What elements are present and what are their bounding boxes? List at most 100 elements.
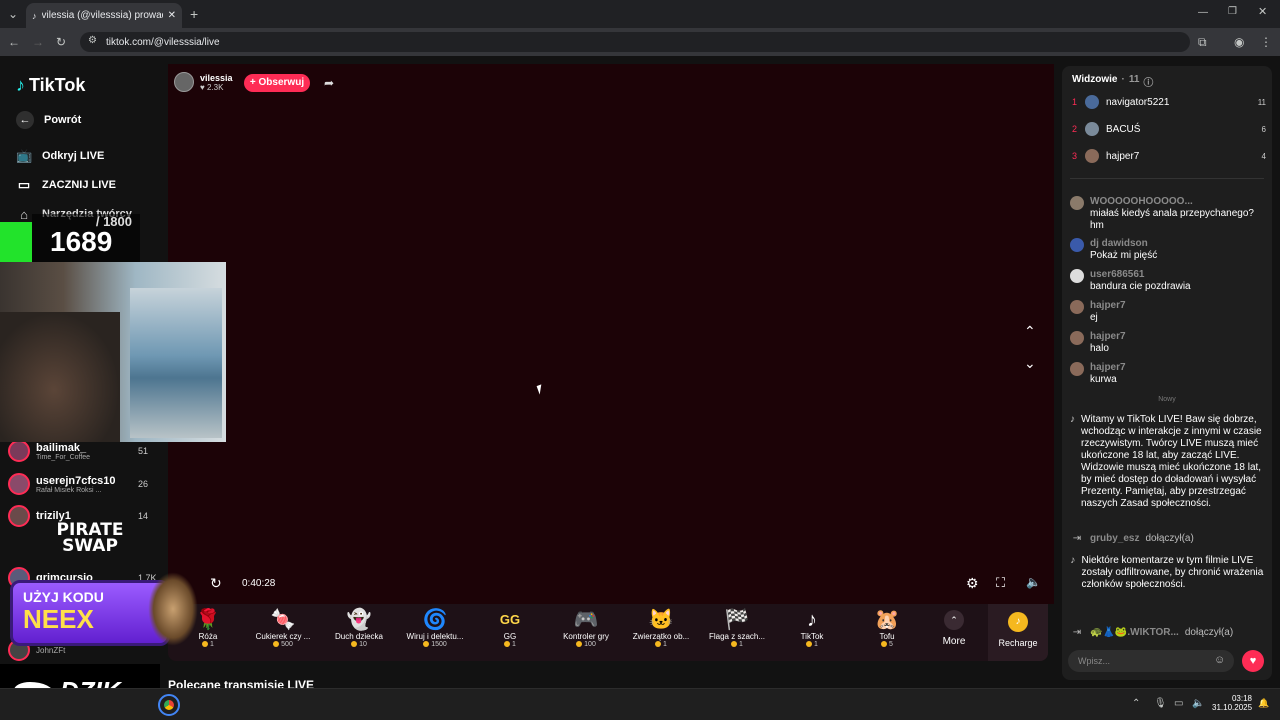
tv-icon: 📺 <box>16 148 33 163</box>
join-message: ⇥ 🐢👗🐸.WIKTOR... dołączył(a) <box>1070 627 1264 639</box>
nav-discover-live[interactable]: 📺 Odkryj LIVE <box>16 145 104 167</box>
host-likes: 2.3K <box>206 82 224 92</box>
extensions-icon[interactable]: ⧉ <box>1198 36 1207 48</box>
reload-icon[interactable]: ↻ <box>56 36 66 48</box>
gift-icon: 🌀 <box>422 609 448 631</box>
profile-icon[interactable]: ◉ <box>1234 36 1244 48</box>
webcam-overlay <box>0 262 226 442</box>
chat-message: WOOOOOHOOOOO... miałaś kiedyś anala przep… <box>1070 196 1264 232</box>
fullscreen-icon[interactable]: ⛶ <box>996 576 1005 589</box>
restore-icon[interactable]: ❐ <box>1228 7 1237 17</box>
heart-icon: ♥ <box>200 82 205 92</box>
settings-icon[interactable]: ⚙ <box>966 576 979 590</box>
viewer-item[interactable]: 3 hajper7 4 <box>1072 146 1266 166</box>
avatar <box>1070 300 1084 314</box>
notification-icon[interactable]: 🔔 <box>1258 699 1269 708</box>
gift-item[interactable]: 🐱 Zwierzątko ob... 1 <box>625 608 697 658</box>
enter-icon: ⇥ <box>1072 533 1082 544</box>
clock[interactable]: 03:18 31.10.2025 <box>1212 694 1252 712</box>
new-tab-icon[interactable]: + <box>190 7 198 21</box>
info-icon[interactable]: ⓘ <box>1143 74 1153 89</box>
volume-icon[interactable]: 🔈 <box>1026 576 1041 588</box>
browser-tab[interactable]: ♪ vilessia (@vilesssia) prowadzi… ✕ <box>26 3 182 28</box>
viewer-item[interactable]: 1 navigator5221 11 <box>1072 92 1266 112</box>
tab-title: vilessia (@vilesssia) prowadzi… <box>41 10 163 21</box>
url-text: tiktok.com/@vilesssia/live <box>106 36 220 48</box>
menu-icon[interactable]: ⋮ <box>1260 36 1272 48</box>
address-bar[interactable]: ⚙ tiktok.com/@vilesssia/live <box>80 32 1190 52</box>
gift-icon: 🏁 <box>724 609 750 631</box>
join-message: ⇥ gruby_esz dołączył(a) <box>1070 533 1264 545</box>
gift-icon: GG <box>499 612 521 627</box>
follow-button[interactable]: + Obserwuj <box>244 74 310 92</box>
recharge-button[interactable]: ♪ Recharge <box>988 604 1048 661</box>
share-icon[interactable]: ➦ <box>324 77 334 89</box>
gift-item[interactable]: 🍬 Cukierek czy ... 500 <box>247 608 319 658</box>
chat-message: dj dawidson Pokaż mi pięść <box>1070 238 1264 262</box>
elapsed-time: 0:40:28 <box>242 578 276 589</box>
tiktok-logo[interactable]: ♪ TikTok <box>16 75 85 96</box>
back-icon[interactable]: ← <box>8 36 20 48</box>
system-message: ♪ Niektóre komentarze w tym filmie LIVE z… <box>1070 555 1264 590</box>
tab-search-icon[interactable]: ⌄ <box>8 8 18 20</box>
avatar <box>1070 269 1084 283</box>
tiktok-icon: ♪ <box>1070 414 1075 425</box>
camera-icon: ▭ <box>17 177 31 192</box>
chat-message: hajper7 kurwa <box>1070 362 1264 386</box>
chat-input[interactable]: Wpisz... <box>1068 650 1234 672</box>
coin-icon: ♪ <box>1008 612 1028 632</box>
gift-item[interactable]: 🌀 Wiruj i delektu... 1500 <box>399 608 471 658</box>
gift-item[interactable]: GG GG 1 <box>474 608 546 658</box>
chevron-up-icon: ⌃ <box>944 610 964 630</box>
gift-item[interactable]: ♪ TikTok 1 <box>776 608 848 658</box>
network-icon[interactable]: ▭ <box>1174 699 1183 709</box>
back-link[interactable]: ← Powrót <box>16 109 81 131</box>
nav-start-live[interactable]: ▭ ZACZNIJ LIVE <box>16 174 116 196</box>
refresh-icon[interactable]: ↻ <box>210 576 222 590</box>
gift-item[interactable]: 🐹 Tofu 5 <box>851 608 923 658</box>
viewer-item[interactable]: 2 BACUŚ 6 <box>1072 119 1266 139</box>
microphone-icon[interactable]: 🎙 <box>1154 699 1167 709</box>
counter-overlay: / 1800 1689 <box>32 214 140 264</box>
host-avatar[interactable] <box>174 72 194 92</box>
like-button[interactable]: ♥ <box>1242 650 1264 672</box>
new-messages-divider: Nowy <box>1158 396 1176 403</box>
streamer-silhouette <box>0 312 120 442</box>
gift-icon: 🎮 <box>573 609 599 631</box>
divider <box>1070 178 1264 179</box>
gift-icon: 🍬 <box>270 609 296 631</box>
system-message: ♪ Witamy w TikTok LIVE! Baw się dobrze, w… <box>1070 414 1262 509</box>
avatar <box>1070 331 1084 345</box>
host-name[interactable]: vilessia <box>200 73 233 83</box>
site-info-icon[interactable]: ⚙ <box>88 36 97 46</box>
avatar <box>1085 149 1099 163</box>
gift-item[interactable]: 🏁 Flaga z szach... 1 <box>701 608 773 658</box>
gift-item[interactable]: 👻 Duch dziecka 10 <box>323 608 395 658</box>
pirate-swap-logo: PIRATE SWAP <box>56 520 124 556</box>
window-view <box>130 288 222 438</box>
promo-code-banner: UŻYJ KODU NEEX <box>10 580 170 646</box>
avatar <box>8 440 30 462</box>
gift-item[interactable]: 🎮 Kontroler gry 100 <box>550 608 622 658</box>
host-info: vilessia ♥ 2.3K <box>174 72 233 92</box>
tray-chevron-icon[interactable]: ⌃ <box>1132 699 1140 709</box>
live-video-player[interactable] <box>168 64 1054 604</box>
chevron-down-icon[interactable]: ⌄ <box>1024 356 1036 370</box>
heart-icon: ♥ <box>1249 655 1257 667</box>
close-tab-icon[interactable]: ✕ <box>168 10 176 21</box>
more-gifts-button[interactable]: ⌃ More <box>934 610 974 647</box>
chevron-up-icon[interactable]: ⌃ <box>1024 324 1036 338</box>
avatar <box>8 505 30 527</box>
chrome-taskbar-icon[interactable] <box>158 694 180 716</box>
taskbar: ⌃ 🎙 ▭ 🔈 03:18 31.10.2025 🔔 <box>0 688 1280 720</box>
forward-icon[interactable]: → <box>32 36 44 48</box>
tiktok-favicon-icon: ♪ <box>32 10 37 21</box>
pirate-mascot <box>148 572 198 646</box>
minimize-icon[interactable]: — <box>1198 8 1208 18</box>
speaker-icon[interactable]: 🔈 <box>1192 699 1204 709</box>
close-window-icon[interactable]: ✕ <box>1258 7 1267 18</box>
emoji-icon[interactable]: ☺ <box>1214 655 1225 666</box>
enter-icon: ⇥ <box>1072 627 1082 638</box>
live-user-item[interactable]: userejn7cfcs10 Rafał Misiek Roksi ... 26 <box>8 470 148 498</box>
avatar <box>1085 95 1099 109</box>
